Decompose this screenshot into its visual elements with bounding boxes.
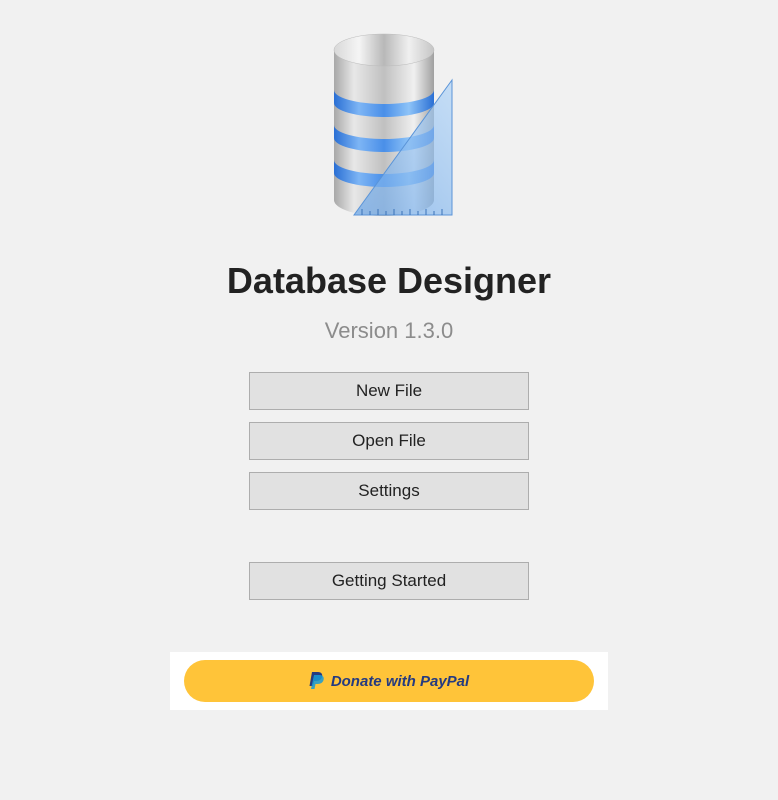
donate-area: Donate with PayPal bbox=[170, 652, 608, 710]
new-file-button[interactable]: New File bbox=[249, 372, 529, 410]
donate-paypal-button[interactable]: Donate with PayPal bbox=[184, 660, 594, 702]
paypal-icon bbox=[309, 671, 325, 691]
app-logo bbox=[299, 20, 479, 230]
app-title: Database Designer bbox=[227, 260, 551, 302]
donate-button-label: Donate with PayPal bbox=[331, 673, 469, 690]
settings-button[interactable]: Settings bbox=[249, 472, 529, 510]
main-button-group: New File Open File Settings Getting Star… bbox=[249, 372, 529, 600]
version-label: Version 1.3.0 bbox=[325, 318, 453, 344]
getting-started-button[interactable]: Getting Started bbox=[249, 562, 529, 600]
open-file-button[interactable]: Open File bbox=[249, 422, 529, 460]
database-designer-icon bbox=[304, 25, 474, 225]
